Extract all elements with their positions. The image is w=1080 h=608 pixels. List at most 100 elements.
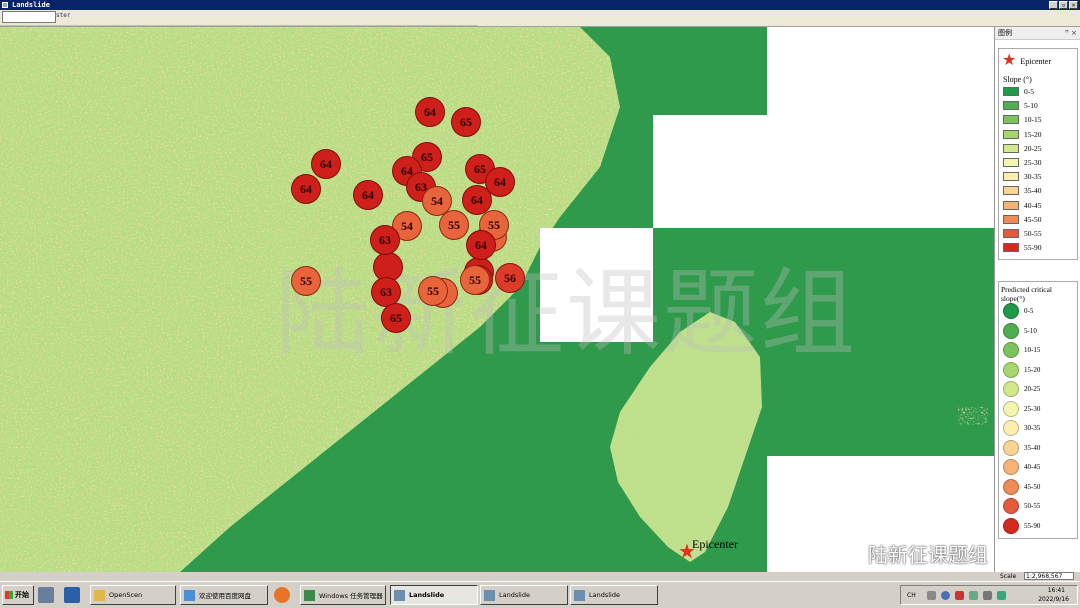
powershell-icon[interactable] xyxy=(64,587,80,603)
critical-slope-legend-item: 20-25 xyxy=(1003,381,1040,397)
landslide-marker[interactable]: 64 xyxy=(415,97,445,127)
critical-slope-dot xyxy=(1003,498,1019,514)
critical-slope-range-label: 20-25 xyxy=(1024,385,1041,393)
toolbar: ster xyxy=(0,10,1080,27)
landslide-marker[interactable]: 64 xyxy=(291,174,321,204)
critical-slope-dot xyxy=(1003,439,1019,456)
slope-range-label: 30-35 xyxy=(1024,172,1042,182)
landslide-marker[interactable]: 64 xyxy=(311,149,341,179)
critical-slope-dot xyxy=(1003,400,1019,417)
landslide-marker[interactable]: 65 xyxy=(451,107,481,137)
taskbar-item-label: Landslide xyxy=(589,591,620,599)
cloud-icon xyxy=(184,589,195,601)
landslide-marker[interactable]: 55 xyxy=(439,210,469,240)
critical-slope-legend-item: 40-45 xyxy=(1003,459,1040,475)
critical-slope-range-label: 0-5 xyxy=(1024,307,1034,315)
slope-legend-item: 10-15 xyxy=(1003,115,1042,125)
close-button[interactable]: × xyxy=(1069,1,1078,9)
critical-slope-range-label: 55-90 xyxy=(1024,521,1041,530)
critical-slope-legend-item: 10-15 xyxy=(1003,342,1040,358)
critical-slope-range-label: 5-10 xyxy=(1024,326,1037,335)
landslide-marker[interactable]: 55 xyxy=(460,265,490,295)
input-language[interactable]: CH xyxy=(907,592,916,599)
critical-slope-legend-item: 55-90 xyxy=(1003,517,1041,534)
landslide-marker[interactable]: 63 xyxy=(370,225,400,255)
start-button[interactable]: 开始 xyxy=(2,585,34,605)
critical-slope-legend-item: 35-40 xyxy=(1003,439,1041,456)
slope-swatch xyxy=(1003,200,1019,210)
landslide-app-window: Landslide _ ▫ × ster 陆新征课题组 64 65 65 64 … xyxy=(0,0,1080,608)
taskbar-item-label: Landslide xyxy=(499,591,530,599)
critical-slope-dot xyxy=(1003,381,1019,397)
taskbar-item[interactable]: Windows 任务管理器 xyxy=(300,585,386,605)
taskbar-item[interactable]: 欢迎使用百度网盘 xyxy=(180,585,268,605)
map-canvas[interactable]: 陆新征课题组 64 65 65 64 64 65 64 64 64 63 54 64 54 55 55 63 6… xyxy=(0,27,994,572)
legend-epicenter: ★ Epicenter xyxy=(1002,53,1051,69)
slope-legend: ★ Epicenter Slope (°) 0-5 5-10 10-15 15-20 2… xyxy=(998,48,1078,260)
toolbar-text: ster xyxy=(56,12,71,19)
brand-watermark: 陆新征课题组 xyxy=(838,539,988,568)
slope-range-label: 45-50 xyxy=(1024,214,1042,224)
taskbar-item[interactable]: Landslide xyxy=(390,585,478,605)
minimize-button[interactable]: _ xyxy=(1049,1,1058,9)
slope-legend-item: 5-10 xyxy=(1003,101,1038,111)
slope-range-label: 35-40 xyxy=(1024,186,1042,196)
server-manager-icon[interactable] xyxy=(38,587,54,603)
tray-keyboard-icon[interactable] xyxy=(927,591,936,600)
scale-select[interactable]: 1:2,968,567 xyxy=(1024,572,1074,580)
taskbar-item[interactable]: OpenScen xyxy=(90,585,176,605)
help-icon[interactable] xyxy=(941,591,950,600)
slope-legend-item: 30-35 xyxy=(1003,172,1042,182)
critical-slope-dot xyxy=(1003,478,1019,495)
critical-slope-legend-item: 45-50 xyxy=(1003,478,1040,495)
slope-legend-item: 55-90 xyxy=(1003,243,1042,253)
slope-range-label: 15-20 xyxy=(1024,129,1042,139)
critical-slope-dot xyxy=(1003,420,1019,436)
legend-panel-controls[interactable]: ꟸ × xyxy=(1065,27,1077,40)
landslide-marker[interactable]: 55 xyxy=(418,276,448,306)
taskbar-item[interactable]: Landslide xyxy=(480,585,568,605)
landslide-marker[interactable]: 64 xyxy=(353,180,383,210)
landslide-marker[interactable]: 64 xyxy=(466,230,496,260)
slope-swatch xyxy=(1003,158,1019,167)
clock-time[interactable]: 16:41 xyxy=(1048,587,1065,594)
landslide-marker[interactable]: 65 xyxy=(381,303,411,333)
critical-slope-range-label: 10-15 xyxy=(1024,346,1041,354)
watermark-text: 陆新征课题组 xyxy=(275,259,858,369)
critical-slope-legend: Predicted critical slope(°) 0-5 5-10 10-15… xyxy=(998,281,1078,539)
slope-swatch xyxy=(1003,101,1019,111)
critical-slope-legend-item: 0-5 xyxy=(1003,303,1033,319)
critical-slope-dot xyxy=(1003,322,1019,339)
network-icon[interactable] xyxy=(969,591,978,600)
slope-swatch xyxy=(1003,243,1019,253)
critical-slope-range-label: 50-55 xyxy=(1024,502,1041,510)
title-bar[interactable]: Landslide _ ▫ × xyxy=(0,0,1080,10)
tray-app-icon[interactable] xyxy=(955,591,964,600)
legend-epicenter-label: Epicenter xyxy=(1020,56,1051,66)
critical-slope-dot xyxy=(1003,361,1019,378)
landslide-marker[interactable]: 56 xyxy=(495,263,525,293)
folder-icon xyxy=(94,589,105,601)
app-window-icon xyxy=(484,589,495,601)
task-manager-icon xyxy=(304,589,315,601)
volume-icon[interactable] xyxy=(983,591,992,600)
nodata-block xyxy=(653,115,994,228)
taskbar-item-label: OpenScen xyxy=(109,591,143,599)
restore-button[interactable]: ▫ xyxy=(1059,1,1068,9)
critical-slope-range-label: 35-40 xyxy=(1024,443,1041,452)
security-icon[interactable] xyxy=(997,591,1006,600)
taskbar: 开始 OpenScen 欢迎使用百度网盘 Windows 任务管理器 Landslid… xyxy=(0,581,1080,608)
firefox-icon[interactable] xyxy=(274,587,290,603)
slope-legend-item: 50-55 xyxy=(1003,229,1042,238)
landslide-marker[interactable]: 55 xyxy=(291,266,321,296)
slope-range-label: 25-30 xyxy=(1024,158,1042,167)
windows-flag-icon xyxy=(5,591,13,599)
window-controls: _ ▫ × xyxy=(1049,1,1078,9)
slope-swatch xyxy=(1003,129,1019,139)
slope-swatch xyxy=(1003,229,1019,238)
slope-range-label: 20-25 xyxy=(1024,143,1042,153)
clock-date[interactable]: 2022/9/16 xyxy=(1038,596,1069,603)
scale-label: Scale xyxy=(1000,573,1017,580)
layer-input[interactable] xyxy=(2,11,56,23)
taskbar-item[interactable]: Landslide xyxy=(570,585,658,605)
